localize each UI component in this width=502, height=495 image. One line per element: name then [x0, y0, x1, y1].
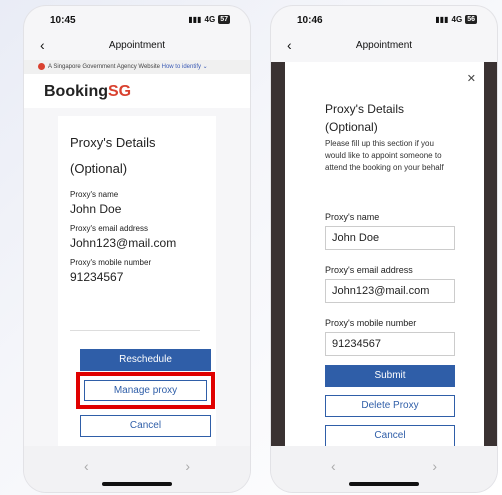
nav-bar: ‹ Appointment — [271, 36, 497, 58]
status-indicators: ▮▮▮ 4G 56 — [435, 15, 477, 24]
helper-text: Please fill up this section if you would… — [325, 139, 444, 172]
close-icon[interactable]: ✕ — [467, 72, 476, 85]
phone-screen-right: 10:46 ▮▮▮ 4G 56 ‹ Appointment ✕ Proxy's … — [271, 6, 497, 492]
gov-banner-link-text: How to identify — [161, 64, 201, 70]
proxy-details-content: Proxy's Details (Optional) Proxy's name … — [70, 130, 210, 284]
proxy-mobile-input[interactable]: 91234567 — [325, 332, 455, 356]
home-indicator — [102, 482, 172, 486]
proxy-name-label: Proxy's name — [70, 190, 119, 199]
gov-banner-text: A Singapore Government Agency Website — [48, 64, 160, 70]
proxy-email-value: John123@mail.com — [70, 236, 177, 250]
cancel-button[interactable]: Cancel — [325, 425, 455, 446]
proxy-title: Proxy's Details — [70, 135, 156, 150]
nav-bar: ‹ Appointment — [24, 36, 250, 58]
network-type: 4G — [451, 15, 463, 24]
proxy-name-label: Proxy's name — [325, 212, 380, 222]
proxy-name-value: John Doe — [70, 202, 122, 216]
reschedule-button[interactable]: Reschedule — [80, 349, 211, 371]
status-time: 10:45 — [50, 15, 76, 26]
proxy-name-input[interactable]: John Doe — [325, 226, 455, 250]
cancel-button[interactable]: Cancel — [80, 415, 211, 437]
battery-icon: 56 — [465, 15, 477, 24]
nav-title: Appointment — [108, 40, 166, 51]
proxy-mobile-label: Proxy's mobile number — [70, 258, 152, 267]
status-bar: 10:45 ▮▮▮ 4G 57 — [24, 6, 250, 30]
gov-banner-link[interactable]: How to identify ⌄ — [162, 64, 208, 70]
home-indicator — [349, 482, 419, 486]
next-chevron-icon[interactable]: › — [432, 458, 437, 474]
nav-title: Appointment — [355, 40, 413, 51]
proxy-mobile-label: Proxy's mobile number — [325, 318, 417, 328]
proxy-subtitle: (Optional) — [70, 161, 128, 176]
signal-icon: ▮▮▮ — [188, 15, 202, 24]
proxy-email-label: Proxy's email address — [325, 265, 413, 275]
delete-proxy-button[interactable]: Delete Proxy — [325, 395, 455, 417]
status-bar: 10:46 ▮▮▮ 4G 56 — [271, 6, 497, 30]
proxy-mobile-value: 91234567 — [70, 270, 124, 284]
gov-banner: A Singapore Government Agency Website Ho… — [24, 60, 250, 74]
status-indicators: ▮▮▮ 4G 57 — [188, 15, 230, 24]
signal-icon: ▮▮▮ — [435, 15, 449, 24]
brand-prefix: Booking — [44, 83, 108, 100]
lion-head-icon — [38, 62, 45, 70]
battery-icon: 57 — [218, 15, 230, 24]
brand-logo[interactable]: BookingSG — [44, 83, 131, 101]
next-chevron-icon[interactable]: › — [185, 458, 190, 474]
divider — [70, 330, 200, 331]
modal-header: Proxy's Details (Optional) Please fill u… — [325, 100, 457, 174]
proxy-email-label: Proxy's email address — [70, 224, 148, 233]
manage-proxy-button[interactable]: Manage proxy — [84, 380, 207, 401]
browser-bottom-bar: ‹ › — [24, 446, 250, 492]
brand-suffix: SG — [108, 83, 132, 100]
brand-bar: BookingSG — [24, 74, 250, 108]
browser-bottom-bar: ‹ › — [271, 446, 497, 492]
submit-button[interactable]: Submit — [325, 365, 455, 387]
status-time: 10:46 — [297, 15, 323, 26]
proxy-email-input[interactable]: John123@mail.com — [325, 279, 455, 303]
network-type: 4G — [204, 15, 216, 24]
proxy-title: Proxy's Details — [325, 102, 404, 116]
proxy-subtitle: (Optional) — [325, 120, 378, 134]
prev-chevron-icon[interactable]: ‹ — [84, 458, 89, 474]
prev-chevron-icon[interactable]: ‹ — [331, 458, 336, 474]
